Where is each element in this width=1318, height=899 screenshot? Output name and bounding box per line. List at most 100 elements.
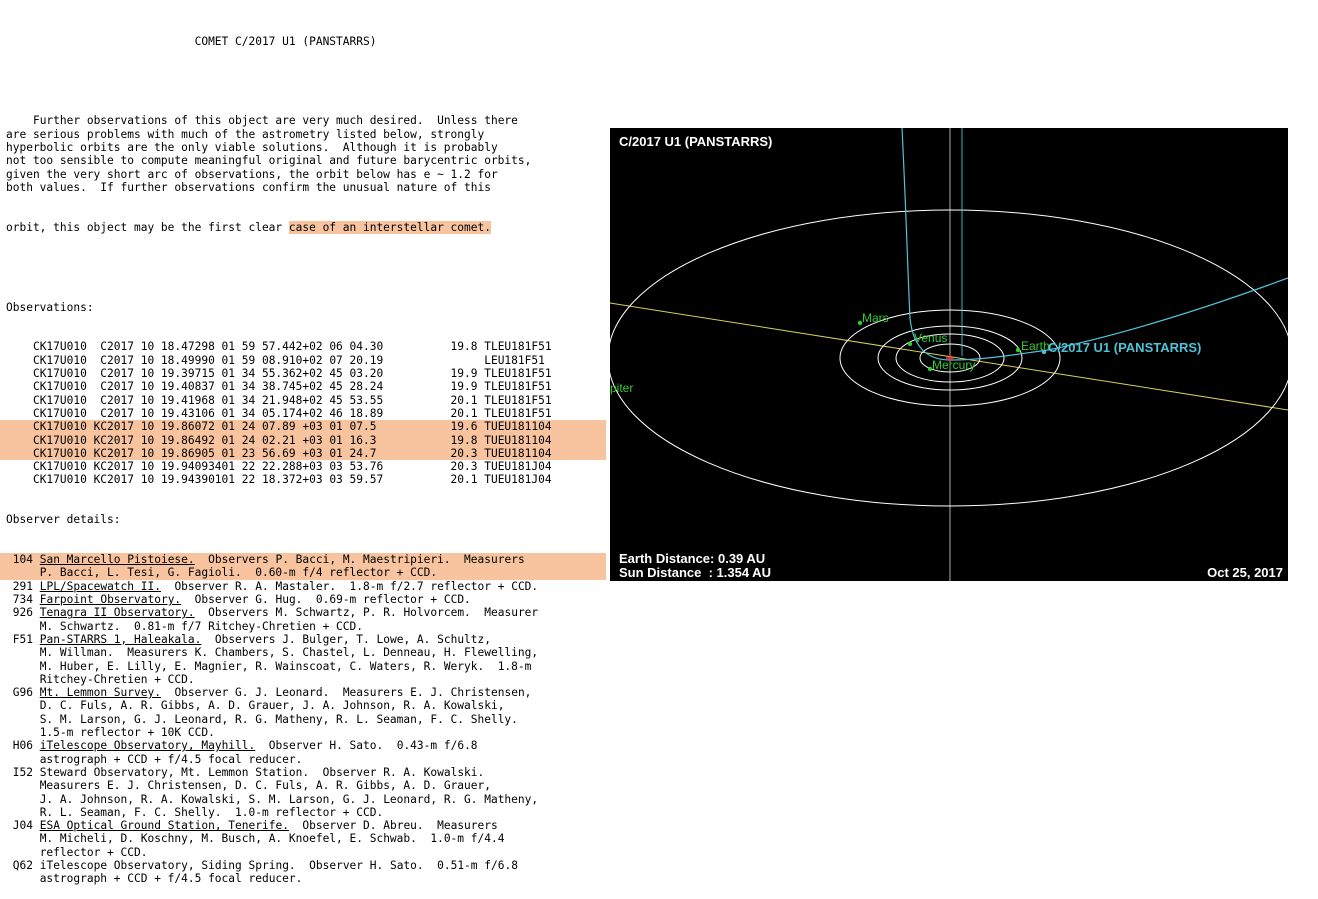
observer-site-link[interactable]: ESA Optical Ground Station, Tenerife. (40, 819, 289, 832)
paragraph-line-text: not too sensible to compute meaningful o… (6, 154, 532, 168)
observer-code: 104 (12, 553, 33, 567)
observer-code: J04 (12, 819, 33, 833)
observer-first-line: J04 ESA Optical Ground Station, Tenerife… (6, 819, 602, 832)
observer-continuation: Measurers E. J. Christensen, D. C. Fuls,… (6, 779, 602, 792)
observation-text: CK17U010 C2017 10 19.40837 01 34 38.745+… (32, 380, 552, 394)
observer-continuation-text: J. A. Johnson, R. A. Kowalski, S. M. Lar… (39, 792, 539, 806)
observer-continuation: M. Micheli, D. Koschny, M. Busch, A. Kno… (6, 832, 602, 845)
observer-first-line: Q62 iTelescope Observatory, Siding Sprin… (6, 859, 602, 872)
observer-site-link[interactable]: Mt. Lemmon Survey. (40, 686, 161, 699)
observer-continuation: M. Schwartz. 0.81-m f/7 Ritchey-Chretien… (6, 620, 602, 633)
observer-continuation: astrograph + CCD + f/4.5 focal reducer. (6, 872, 602, 885)
observation-text: CK17U010 KC2017 10 19.94093401 22 22.288… (32, 460, 552, 474)
jupiter-label: piter (610, 381, 633, 395)
observation-text: CK17U010 C2017 10 19.41968 01 34 21.948+… (32, 393, 552, 407)
paragraph-line: are serious problems with much of the as… (6, 128, 602, 141)
observer-continuation: reflector + CCD. (6, 846, 602, 859)
earth-label: Earth (1021, 339, 1050, 353)
earth-dot (1015, 347, 1021, 353)
observer-continuation-text: M. Schwartz. 0.81-m f/7 Ritchey-Chretien… (39, 619, 363, 633)
paragraph-line-text: Further observations of this object are … (32, 114, 518, 128)
observer-site-link[interactable]: Tenagra II Observatory. (40, 606, 195, 619)
paragraph-line: given the very short arc of observations… (6, 168, 602, 181)
comet-orbit-path (901, 128, 1288, 361)
observer-continuation-text: D. C. Fuls, A. R. Gibbs, A. D. Grauer, J… (39, 699, 505, 713)
observer-continuation: astrograph + CCD + f/4.5 focal reducer. (6, 753, 602, 766)
comet-label: C/2017 U1 (PANSTARRS) (1048, 340, 1201, 355)
observer-first-line: 291 LPL/Spacewatch II. Observer R. A. Ma… (6, 580, 602, 593)
observer-code: F51 (12, 632, 33, 646)
observer-entry: 734 Farpoint Observatory. Observer G. Hu… (6, 593, 602, 606)
observation-row: CK17U010 KC2017 10 19.86905 01 23 56.69 … (0, 446, 606, 461)
highlighted-phrase: case of an interstellar comet. (288, 220, 491, 234)
paragraph-line: both values. If further observations con… (6, 181, 602, 194)
observer-continuation-text: 1.5-m reflector + 10K CCD. (39, 726, 215, 740)
observer-entry: 926 Tenagra II Observatory. Observers M.… (6, 606, 602, 633)
observer-first-line: G96 Mt. Lemmon Survey. Observer G. J. Le… (6, 686, 602, 699)
observer-text: Observers J. Bulger, T. Lowe, A. Schultz… (201, 632, 491, 646)
observation-row: CK17U010 C2017 10 18.49990 01 59 08.910+… (6, 354, 602, 367)
observation-text: CK17U010 KC2017 10 19.94390101 22 18.372… (32, 473, 552, 487)
observer-first-line: 734 Farpoint Observatory. Observer G. Hu… (6, 593, 602, 606)
observer-continuation-text: M. Huber, E. Lilly, E. Magnier, R. Wains… (39, 659, 532, 673)
observer-first-line: 104 San Marcello Pistoiese. Observers P.… (6, 553, 606, 566)
observer-entry: Q62 iTelescope Observatory, Siding Sprin… (6, 859, 602, 886)
observation-text: CK17U010 C2017 10 18.47298 01 59 57.442+… (32, 340, 552, 354)
observer-text: Observer G. J. Leonard. Measurers E. J. … (160, 686, 532, 700)
circular-document: COMET C/2017 U1 (PANSTARRS) Further obse… (0, 8, 606, 899)
observer-site-link[interactable]: Pan-STARRS 1, Haleakala. (40, 633, 202, 646)
observer-code: H06 (12, 739, 33, 753)
observer-text: Observer H. Sato. 0.43-m f/6.8 (255, 739, 478, 753)
observer-continuation-text: S. M. Larson, G. J. Leonard, R. G. Mathe… (39, 712, 518, 726)
observer-continuation: S. M. Larson, G. J. Leonard, R. G. Mathe… (6, 713, 602, 726)
observation-row: CK17U010 KC2017 10 19.94093401 22 22.288… (6, 460, 602, 473)
observation-row: CK17U010 C2017 10 19.41968 01 34 21.948+… (6, 394, 602, 407)
observer-entry: 291 LPL/Spacewatch II. Observer R. A. Ma… (6, 580, 602, 593)
observer-site-link[interactable]: LPL/Spacewatch II. (40, 580, 161, 593)
observers-list: 104 San Marcello Pistoiese. Observers P.… (0, 553, 606, 886)
observer-code: I52 (12, 765, 33, 779)
mars-label: Mars (862, 311, 889, 325)
observer-site-link[interactable]: Farpoint Observatory. (40, 593, 181, 606)
observer-code: 926 (12, 606, 33, 620)
observer-first-line: H06 iTelescope Observatory, Mayhill. Obs… (6, 739, 602, 752)
observer-entry: J04 ESA Optical Ground Station, Tenerife… (6, 819, 602, 859)
observer-heading: Observer details: (6, 513, 121, 527)
observer-continuation-text: M. Willman. Measurers K. Chambers, S. Ch… (39, 646, 539, 660)
observer-first-line: I52 Steward Observatory, Mt. Lemmon Stat… (6, 766, 602, 779)
paragraph: Further observations of this object are … (6, 114, 602, 194)
observation-row: CK17U010 C2017 10 19.40837 01 34 38.745+… (6, 380, 602, 393)
observation-row: CK17U010 KC2017 10 19.86492 01 24 02.21 … (0, 433, 606, 447)
observation-row: CK17U010 KC2017 10 19.94390101 22 18.372… (6, 473, 602, 486)
observer-text: Observer G. Hug. 0.69-m reflector + CCD. (181, 593, 471, 607)
observer-site-link[interactable]: San Marcello Pistoiese. (40, 553, 195, 566)
document-title: COMET C/2017 U1 (PANSTARRS) (6, 35, 602, 48)
observer-first-line: F51 Pan-STARRS 1, Haleakala. Observers J… (6, 633, 602, 646)
observer-continuation-text: P. Bacci, L. Tesi, G. Fagioli. 0.60-m f/… (39, 566, 438, 580)
orbit-diagram: Mars Venus Earth Mercury piter C/2017 U1… (610, 128, 1288, 581)
observer-continuation-text: M. Micheli, D. Koschny, M. Busch, A. Kno… (39, 832, 505, 846)
title-text: COMET C/2017 U1 (PANSTARRS) (194, 34, 377, 48)
observer-continuation-text: astrograph + CCD + f/4.5 focal reducer. (39, 752, 303, 766)
observation-text: CK17U010 KC2017 10 19.86072 01 24 07.89 … (32, 420, 552, 434)
venus-label: Venus (914, 331, 947, 345)
observer-text: Observer R. A. Mastaler. 1.8-m f/2.7 ref… (160, 579, 539, 593)
observer-entry: 104 San Marcello Pistoiese. Observers P.… (0, 553, 606, 580)
paragraph-line: hyperbolic orbits are the only viable so… (6, 141, 602, 154)
date-label: Oct 25, 2017 (1207, 565, 1283, 580)
observer-continuation: J. A. Johnson, R. A. Kowalski, S. M. Lar… (6, 793, 602, 806)
observer-continuation-text: Ritchey-Chretien + CCD. (39, 672, 195, 686)
ecliptic-line (610, 302, 1288, 411)
paragraph-line-text: hyperbolic orbits are the only viable so… (6, 140, 498, 154)
observer-entry: G96 Mt. Lemmon Survey. Observer G. J. Le… (6, 686, 602, 739)
observer-site-link[interactable]: iTelescope Observatory, Mayhill. (40, 739, 256, 752)
observer-continuation: R. L. Seaman, F. C. Shelly. 1.0-m reflec… (6, 806, 602, 819)
mercury-label: Mercury (932, 358, 975, 372)
observer-entry: H06 iTelescope Observatory, Mayhill. Obs… (6, 739, 602, 766)
observer-continuation: 1.5-m reflector + 10K CCD. (6, 726, 602, 739)
paragraph-last-prefix: orbit, this object may be the first clea… (6, 220, 289, 234)
observation-text: CK17U010 C2017 10 19.39715 01 34 55.362+… (32, 367, 552, 381)
observer-code: Q62 (12, 859, 33, 872)
paragraph-line: Further observations of this object are … (6, 114, 602, 127)
orbit-canvas: Mars Venus Earth Mercury piter C/2017 U1… (610, 128, 1288, 581)
